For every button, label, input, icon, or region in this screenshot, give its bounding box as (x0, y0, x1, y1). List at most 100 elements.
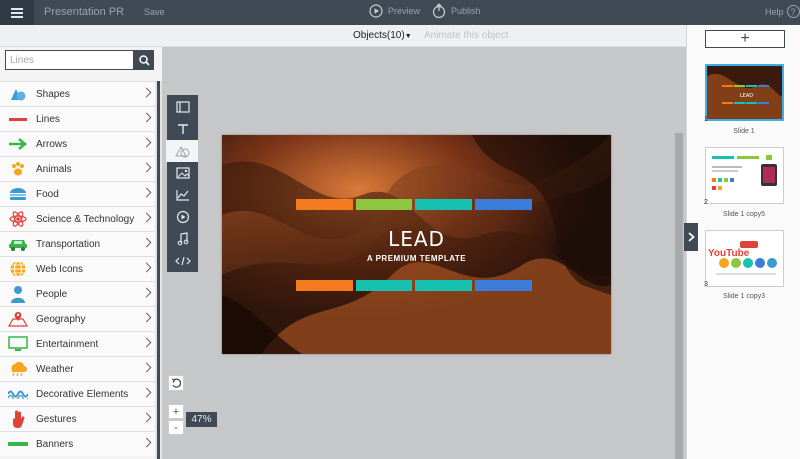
music-tool-icon (177, 232, 188, 246)
category-item-people[interactable]: People (0, 281, 155, 306)
thumbnail-1-number: 1 (704, 116, 708, 123)
chevron-right-icon (141, 212, 152, 223)
chevron-right-icon (141, 162, 152, 173)
presentation-title[interactable]: Presentation PR (44, 6, 124, 18)
category-label: Weather (36, 363, 74, 375)
code-tool-icon (174, 256, 191, 266)
color-bar-top-2[interactable] (356, 199, 412, 210)
search-icon (138, 54, 150, 66)
color-bar-bottom-2[interactable] (356, 280, 412, 291)
slide-thumbnail-3[interactable]: YouTube (705, 230, 784, 287)
undo-icon (171, 378, 181, 388)
chevron-right-icon (687, 232, 695, 242)
color-bar-bottom-3[interactable] (415, 280, 472, 291)
zoom-in-button[interactable]: + (168, 404, 184, 419)
category-label: Shapes (36, 88, 70, 100)
publish-button[interactable]: Publish (432, 3, 481, 19)
monitor-icon (0, 332, 36, 357)
category-item-food[interactable]: Food (0, 181, 155, 206)
slide-thumbnail-1[interactable]: LEAD (705, 64, 784, 121)
category-item-science-technology[interactable]: Science & Technology (0, 206, 155, 231)
category-item-web-icons[interactable]: Web Icons (0, 256, 155, 281)
category-label: Food (36, 188, 59, 200)
shapes-tool-icon (175, 145, 190, 158)
save-button[interactable]: Save (144, 7, 165, 17)
map-icon (0, 307, 36, 332)
publish-label: Publish (451, 6, 481, 16)
preview-button[interactable]: Preview (369, 4, 420, 18)
objects-dropdown[interactable]: Objects(10)▼ (353, 30, 412, 41)
category-label: Web Icons (36, 263, 84, 275)
category-label: Animals (36, 163, 72, 175)
undo-button[interactable] (168, 375, 184, 391)
category-item-shapes[interactable]: Shapes (0, 81, 155, 106)
category-item-entertainment[interactable]: Entertainment (0, 331, 155, 356)
publish-icon (432, 3, 446, 19)
text-tool-icon (177, 124, 188, 134)
chevron-right-icon (141, 187, 152, 198)
category-label: Decorative Elements (36, 388, 129, 400)
category-list: Shapes Lines Arrows Animals Food Science & Te… (0, 81, 155, 456)
chevron-right-icon (141, 287, 152, 298)
category-item-geography[interactable]: Geography (0, 306, 155, 331)
search-button[interactable] (134, 50, 154, 70)
slide-title[interactable]: LEAD (222, 227, 611, 251)
music-tool[interactable] (167, 228, 198, 250)
thumbnail-2-label: Slide 1 copy5 (722, 211, 766, 218)
image-tool[interactable] (167, 162, 198, 184)
canvas-scrollbar[interactable] (675, 133, 683, 459)
chevron-right-icon (141, 112, 152, 123)
globe-icon (0, 257, 36, 282)
preview-label: Preview (388, 6, 421, 16)
category-item-arrows[interactable]: Arrows (0, 131, 155, 156)
help-button[interactable]: Help ? (765, 5, 800, 18)
chart-tool[interactable] (167, 184, 198, 206)
category-item-banners[interactable]: Banners (0, 431, 155, 456)
image-tool-icon (175, 167, 190, 179)
text-tool[interactable] (167, 118, 198, 140)
thumbnail-3-heading: YouTube (708, 248, 750, 259)
collapse-panel-button[interactable] (684, 223, 698, 251)
menu-button[interactable] (0, 0, 34, 25)
slide-subtitle[interactable]: A PREMIUM TEMPLATE (222, 254, 611, 263)
slide-thumbnail-2[interactable] (705, 147, 784, 204)
color-bar-bottom-4[interactable] (475, 280, 532, 291)
code-tool[interactable] (167, 250, 198, 272)
chevron-right-icon (141, 262, 152, 273)
chart-tool-icon (175, 190, 189, 201)
category-scrollbar[interactable] (155, 81, 162, 459)
color-bar-top-3[interactable] (415, 199, 472, 210)
wave-icon (0, 382, 36, 407)
category-item-weather[interactable]: Weather (0, 356, 155, 381)
category-label: Science & Technology (36, 213, 135, 225)
category-item-lines[interactable]: Lines (0, 106, 155, 131)
hand-icon (0, 407, 36, 432)
shapes-tool[interactable] (166, 140, 198, 162)
help-icon: ? (786, 5, 800, 18)
add-slide-button[interactable]: + (705, 30, 785, 48)
category-label: People (36, 288, 68, 300)
thumbnail-2-number: 2 (704, 199, 708, 206)
scrollbar-thumb[interactable] (157, 81, 160, 459)
animate-object-button[interactable]: Animate this object (424, 30, 509, 41)
category-item-gestures[interactable]: Gestures (0, 406, 155, 431)
cloud-rain-icon (0, 357, 36, 382)
color-bar-top-1[interactable] (296, 199, 353, 210)
category-item-animals[interactable]: Animals (0, 156, 155, 181)
zoom-out-button[interactable]: - (168, 420, 184, 435)
video-tool[interactable] (167, 206, 198, 228)
color-bar-bottom-1[interactable] (296, 280, 353, 291)
chevron-right-icon (141, 337, 152, 348)
category-label: Arrows (36, 138, 68, 150)
background-tool[interactable] (167, 96, 198, 118)
category-label: Transportation (36, 238, 101, 250)
color-bar-top-4[interactable] (475, 199, 532, 210)
chevron-right-icon (141, 412, 152, 423)
slide-canvas[interactable]: LEAD A PREMIUM TEMPLATE (222, 135, 611, 354)
car-icon (0, 232, 36, 257)
search-input[interactable] (5, 50, 134, 70)
category-item-decorative-elements[interactable]: Decorative Elements (0, 381, 155, 406)
category-item-transportation[interactable]: Transportation (0, 231, 155, 256)
banner-icon (0, 432, 36, 457)
zoom-level-indicator: 47% (186, 412, 217, 427)
